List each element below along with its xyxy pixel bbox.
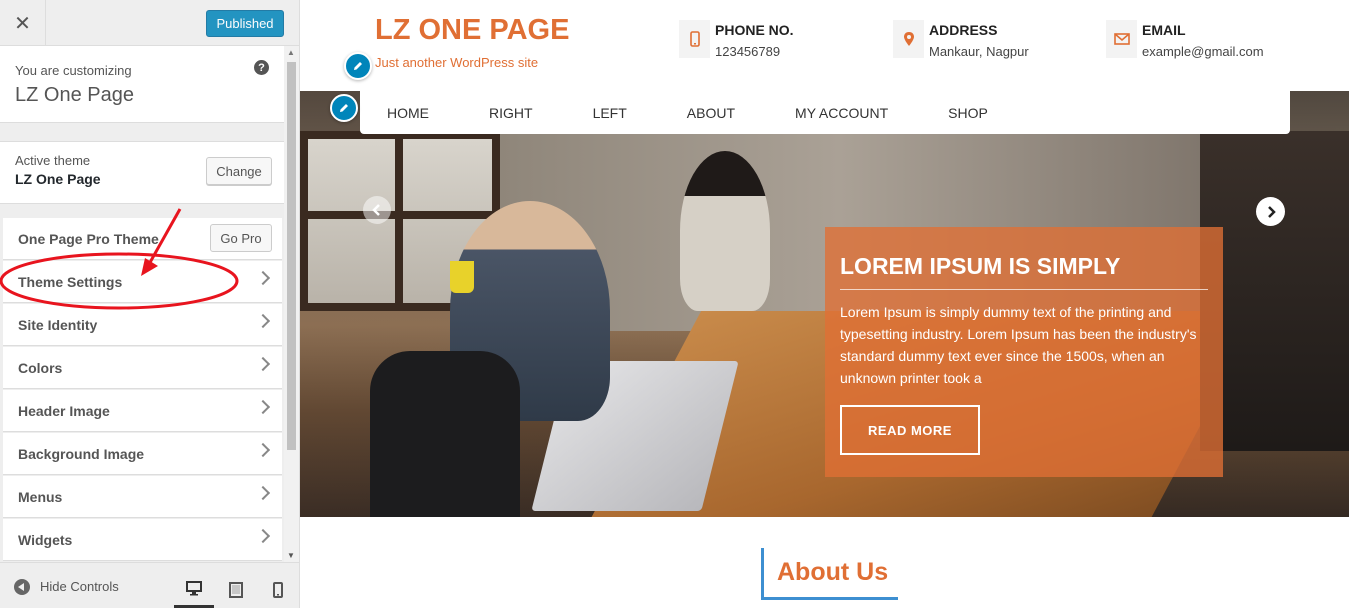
collapse-icon[interactable] — [14, 579, 30, 595]
slide-photo-person — [680, 151, 770, 311]
chevron-right-icon — [255, 313, 271, 329]
active-theme-label: Active theme — [15, 153, 91, 168]
section-label: Colors — [18, 360, 63, 376]
section-label: Theme Settings — [18, 274, 123, 290]
main-nav: HOME RIGHT LEFT ABOUT MY ACCOUNT SHOP — [360, 91, 1290, 134]
phone-icon — [679, 20, 710, 58]
section-site-identity[interactable]: Site Identity — [3, 304, 282, 346]
scroll-down-icon[interactable]: ▼ — [287, 551, 295, 560]
close-icon[interactable]: ✕ — [0, 0, 46, 46]
customizing-site-title: LZ One Page — [15, 84, 134, 106]
section-label: Background Image — [18, 446, 145, 462]
change-theme-button[interactable]: Change — [206, 157, 272, 185]
section-theme-settings[interactable]: Theme Settings — [3, 261, 282, 303]
chevron-right-icon — [255, 270, 271, 286]
contact-title: ADDRESS — [929, 22, 998, 38]
tablet-icon — [229, 582, 243, 598]
mobile-preview-button[interactable] — [258, 571, 298, 608]
section-menus[interactable]: Menus — [3, 476, 282, 518]
slide-title: LOREM IPSUM IS SIMPLY — [840, 253, 1121, 279]
slider-prev-icon[interactable] — [363, 196, 391, 224]
chevron-right-icon — [255, 399, 271, 415]
edit-site-title-icon[interactable] — [344, 52, 372, 80]
slide-photo-window-transom — [300, 211, 500, 219]
read-more-button[interactable]: READ MORE — [840, 405, 980, 455]
contact-value: 123456789 — [715, 44, 781, 59]
site-tagline: Just another WordPress site — [375, 55, 539, 70]
desktop-preview-button[interactable] — [174, 571, 214, 608]
desktop-icon — [186, 581, 202, 596]
scroll-up-icon[interactable]: ▲ — [287, 48, 295, 57]
about-heading: About Us — [761, 548, 899, 600]
contact-title: PHONE NO. — [715, 22, 794, 38]
mail-icon — [1106, 20, 1137, 58]
hide-controls-button[interactable]: Hide Controls — [40, 579, 119, 594]
slider-next-icon[interactable] — [1256, 197, 1285, 226]
customizing-label: You are customizing — [15, 63, 132, 78]
pro-theme-row: One Page Pro Theme Go Pro — [3, 218, 282, 260]
nav-my-account[interactable]: MY ACCOUNT — [795, 105, 888, 121]
section-label: Widgets — [18, 532, 73, 548]
customizing-info: You are customizing LZ One Page ? — [0, 46, 284, 123]
pro-theme-label: One Page Pro Theme — [18, 231, 159, 247]
customizer-header: ✕ Published — [0, 0, 299, 46]
nav-home[interactable]: HOME — [387, 105, 429, 121]
section-label: Header Image — [18, 403, 110, 419]
slide-text: Lorem Ipsum is simply dummy text of the … — [840, 304, 1197, 386]
go-pro-button[interactable]: Go Pro — [210, 224, 272, 252]
slide-divider — [840, 289, 1208, 290]
contact-value: Mankaur, Nagpur — [929, 44, 1029, 59]
chevron-right-icon — [255, 485, 271, 501]
mobile-icon — [273, 582, 283, 598]
contact-value: example@gmail.com — [1142, 44, 1264, 59]
published-button[interactable]: Published — [206, 10, 284, 37]
slide-photo-plant — [450, 261, 474, 293]
section-widgets[interactable]: Widgets — [3, 519, 282, 561]
contact-title: EMAIL — [1142, 22, 1186, 38]
location-icon — [893, 20, 924, 58]
help-icon[interactable]: ? — [254, 60, 269, 75]
section-background-image[interactable]: Background Image — [3, 433, 282, 475]
slide-caption: LOREM IPSUM IS SIMPLY Lorem Ipsum is sim… — [825, 227, 1223, 477]
section-label: Site Identity — [18, 317, 98, 333]
nav-about[interactable]: ABOUT — [687, 105, 735, 121]
nav-shop[interactable]: SHOP — [948, 105, 988, 121]
active-theme-name: LZ One Page — [15, 171, 101, 187]
tablet-preview-button[interactable] — [216, 571, 256, 608]
scrollbar-thumb[interactable] — [287, 62, 296, 450]
active-theme-panel: Active theme LZ One Page Change — [0, 141, 284, 204]
chevron-right-icon — [255, 442, 271, 458]
nav-left[interactable]: LEFT — [593, 105, 627, 121]
section-label: Menus — [18, 489, 63, 505]
site-title[interactable]: LZ ONE PAGE — [375, 14, 569, 47]
slide-photo-chair — [370, 351, 520, 517]
section-header-image[interactable]: Header Image — [3, 390, 282, 432]
nav-right[interactable]: RIGHT — [489, 105, 533, 121]
customizer-footer: Hide Controls — [0, 562, 299, 608]
site-preview: LZ ONE PAGE Just another WordPress site … — [300, 0, 1349, 608]
sidebar-scrollbar[interactable]: ▲ ▼ — [284, 46, 299, 562]
chevron-right-icon — [255, 528, 271, 544]
customizer-sidebar: ✕ Published You are customizing LZ One P… — [0, 0, 300, 608]
chevron-right-icon — [255, 356, 271, 372]
section-colors[interactable]: Colors — [3, 347, 282, 389]
edit-menu-icon[interactable] — [330, 94, 358, 122]
slide-photo-window-mullion — [395, 131, 403, 311]
